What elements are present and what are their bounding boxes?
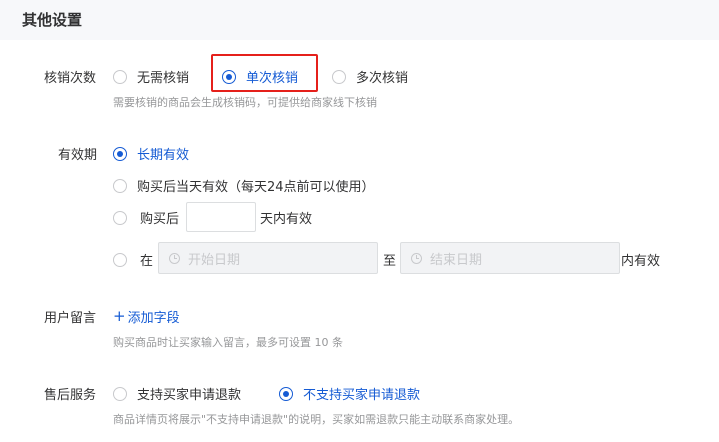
verify-option-multiple-label: 多次核销 xyxy=(356,71,409,86)
radio-icon xyxy=(332,69,346,84)
radio-icon xyxy=(113,386,127,401)
validity-option-long[interactable]: 长期有效 xyxy=(113,144,189,163)
validity-label: 有效期 xyxy=(58,148,98,163)
section-header: 其他设置 xyxy=(0,0,719,40)
clock-icon xyxy=(169,252,180,264)
section-title: 其他设置 xyxy=(22,11,83,29)
aftersale-label: 售后服务 xyxy=(44,388,97,403)
radio-checked-icon xyxy=(279,386,293,401)
validity-option-after-days[interactable]: 购买后 xyxy=(113,208,179,227)
validity-option-long-label: 长期有效 xyxy=(137,148,190,163)
highlight-box xyxy=(211,54,318,92)
end-date-placeholder: 结束日期 xyxy=(430,252,483,268)
radio-icon xyxy=(113,178,127,193)
add-field-link[interactable]: + 添加字段 xyxy=(113,307,180,327)
validity-option-range[interactable]: 在 xyxy=(113,250,153,269)
radio-checked-icon xyxy=(113,146,127,161)
aftersale-option-support[interactable]: 支持买家申请退款 xyxy=(113,384,241,403)
verify-option-multiple[interactable]: 多次核销 xyxy=(332,67,408,86)
validity-option-same-day[interactable]: 购买后当天有效（每天24点前可以使用） xyxy=(113,176,375,195)
add-field-label: 添加字段 xyxy=(127,311,180,326)
verify-option-none[interactable]: 无需核销 xyxy=(113,67,189,86)
radio-icon xyxy=(113,252,127,267)
validity-after-prefix: 购买后 xyxy=(140,212,180,227)
start-date-input[interactable]: 开始日期 xyxy=(158,242,378,274)
aftersale-option-support-label: 支持买家申请退款 xyxy=(137,388,242,403)
verify-label: 核销次数 xyxy=(44,71,97,86)
radio-icon xyxy=(113,69,127,84)
validity-after-suffix: 天内有效 xyxy=(260,212,313,227)
days-input[interactable] xyxy=(186,202,256,232)
verify-option-none-label: 无需核销 xyxy=(137,71,190,86)
clock-icon xyxy=(411,252,422,264)
aftersale-hint: 商品详情页将展示"不支持申请退款"的说明，买家如需退款只能主动联系商家处理。 xyxy=(113,413,520,426)
validity-range-prefix: 在 xyxy=(140,254,154,269)
validity-option-same-day-label: 购买后当天有效（每天24点前可以使用） xyxy=(137,180,375,195)
verify-hint: 需要核销的商品会生成核销码，可提供给商家线下核销 xyxy=(113,96,377,109)
plus-icon: + xyxy=(113,307,126,325)
validity-range-suffix: 内有效 xyxy=(621,254,661,269)
message-hint: 购买商品时让买家输入留言，最多可设置 10 条 xyxy=(113,336,343,349)
end-date-input[interactable]: 结束日期 xyxy=(400,242,620,274)
start-date-placeholder: 开始日期 xyxy=(188,252,241,268)
range-to: 至 xyxy=(383,254,397,269)
aftersale-option-no-refund[interactable]: 不支持买家申请退款 xyxy=(279,384,420,403)
message-label: 用户留言 xyxy=(44,311,97,326)
radio-icon xyxy=(113,210,127,225)
aftersale-option-no-refund-label: 不支持买家申请退款 xyxy=(303,388,421,403)
